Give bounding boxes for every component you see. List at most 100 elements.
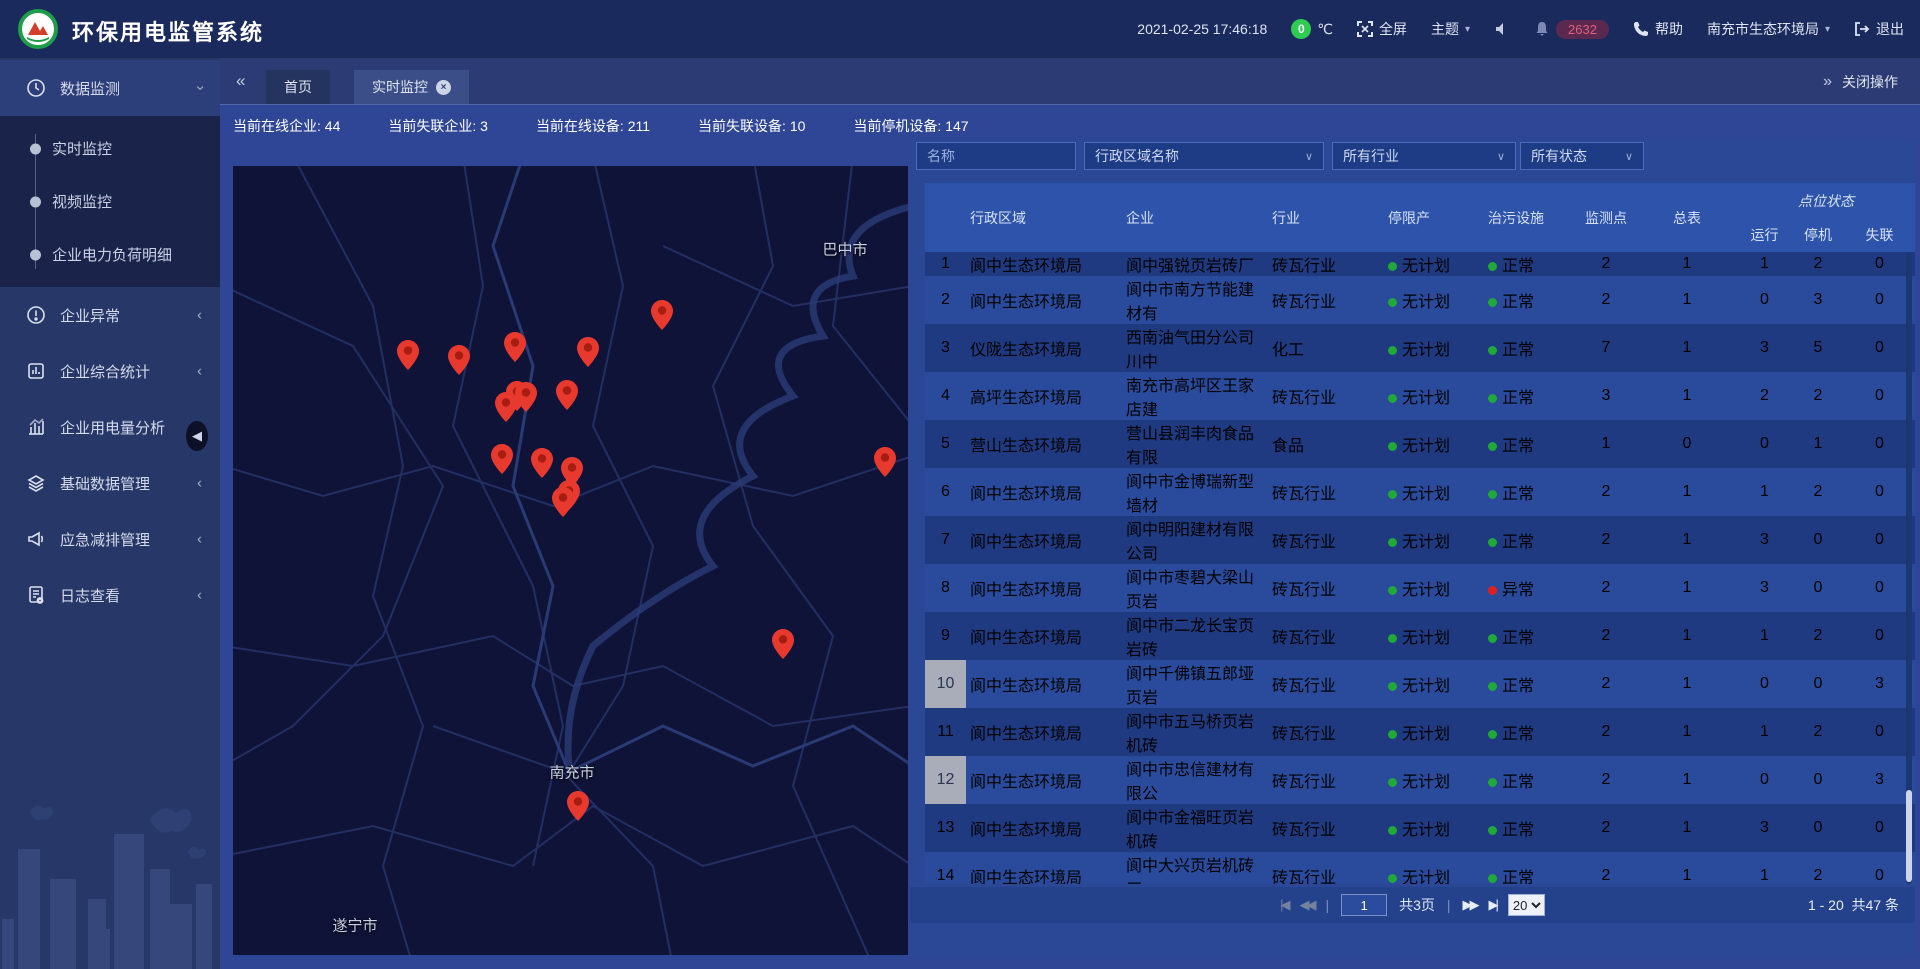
prev-page-button[interactable]: ◀◀ — [1299, 897, 1313, 913]
page-number-input[interactable] — [1341, 894, 1387, 916]
mute-button[interactable] — [1494, 21, 1510, 37]
cell-points: 2 — [1575, 852, 1637, 884]
status-select[interactable]: 所有状态∨ — [1520, 142, 1644, 170]
sidebar-item-data-monitor[interactable]: 数据监测 ‹ — [0, 60, 220, 116]
map-pin-icon[interactable] — [577, 337, 599, 367]
map-pin-icon[interactable] — [567, 791, 589, 821]
cell-region: 阆中生态环境局 — [966, 516, 1122, 564]
cell-plan: 无计划 — [1380, 564, 1480, 612]
table-row[interactable]: 5营山生态环境局营山县润丰肉食品有限食品无计划正常10010 — [925, 420, 1915, 468]
map-pin-icon[interactable] — [504, 332, 526, 362]
map-pin-icon[interactable] — [874, 447, 896, 477]
cell-region: 阆中生态环境局 — [966, 804, 1122, 852]
chevron-down-icon: ∨ — [1625, 150, 1633, 163]
cell-industry: 砖瓦行业 — [1268, 516, 1380, 564]
table-row[interactable]: 4高坪生态环境局南充市高坪区王家店建砖瓦行业无计划正常31220 — [925, 372, 1915, 420]
sidebar-item-realtime-monitor[interactable]: 实时监控 — [0, 122, 220, 175]
city-label: 南充市 — [549, 762, 594, 783]
map-pin-icon[interactable] — [556, 380, 578, 410]
table-row[interactable]: 3仪陇生态环境局西南油气田分公司川中化工无计划正常71350 — [925, 324, 1915, 372]
map-pin-icon[interactable] — [772, 629, 794, 659]
cell-lost: 3 — [1844, 660, 1915, 708]
cell-plan: 无计划 — [1380, 756, 1480, 804]
page-size-select[interactable]: 20 — [1508, 894, 1545, 916]
first-page-button[interactable]: |◀ — [1280, 897, 1287, 913]
map-pin-icon[interactable] — [491, 444, 513, 474]
sidebar-item-enterprise-statistics[interactable]: 企业综合统计 ‹ — [0, 343, 220, 399]
help-button[interactable]: 帮助 — [1633, 19, 1683, 39]
sidebar-item-log-view[interactable]: 日志查看 ‹ — [0, 567, 220, 623]
org-dropdown[interactable]: 南充市生态环境局▾ — [1707, 19, 1830, 39]
cell-facility: 正常 — [1480, 852, 1575, 884]
table-row[interactable]: 1阆中生态环境局阆中强锐页岩砖厂砖瓦行业无计划正常21120 — [925, 252, 1915, 276]
message-center[interactable]: 2632 — [1534, 20, 1609, 39]
table-row[interactable]: 14阆中生态环境局阆中大兴页岩机砖厂砖瓦行业无计划正常21120 — [925, 852, 1915, 884]
row-index: 12 — [925, 756, 966, 804]
table-scrollbar-thumb[interactable] — [1906, 790, 1912, 882]
name-search-input[interactable] — [916, 142, 1076, 170]
gis-map[interactable]: 巴中市南充市遂宁市 — [233, 166, 908, 955]
temperature-badge: 0 — [1291, 19, 1311, 39]
tab-realtime-monitor[interactable]: 实时监控 × — [354, 70, 469, 104]
close-operations-button[interactable]: 关闭操作 — [1842, 72, 1898, 92]
table-row[interactable]: 2阆中生态环境局阆中市南方节能建材有砖瓦行业无计划正常21030 — [925, 276, 1915, 324]
map-pin-icon[interactable] — [531, 448, 553, 478]
table-row[interactable]: 10阆中生态环境局阆中千佛镇五郎垭页岩砖瓦行业无计划正常21003 — [925, 660, 1915, 708]
cell-stop: 0 — [1792, 756, 1844, 804]
map-pin-icon[interactable] — [552, 487, 574, 517]
sidebar-item-video-monitor[interactable]: 视频监控 — [0, 175, 220, 228]
map-collapse-button[interactable]: ◀ — [186, 421, 208, 451]
total-pages-label: 共3页 — [1399, 895, 1435, 915]
sidebar-item-enterprise-abnormal[interactable]: 企业异常 ‹ — [0, 287, 220, 343]
cell-region: 阆中生态环境局 — [966, 660, 1122, 708]
cell-plan: 无计划 — [1380, 468, 1480, 516]
map-pin-icon[interactable] — [495, 392, 517, 422]
col-region: 行政区域 — [966, 183, 1122, 252]
cell-company: 南充市高坪区王家店建 — [1122, 372, 1268, 420]
sidebar-item-emergency-reduction[interactable]: 应急减排管理 ‹ — [0, 511, 220, 567]
cell-region: 高坪生态环境局 — [966, 372, 1122, 420]
row-index: 4 — [925, 372, 966, 420]
fullscreen-button[interactable]: 全屏 — [1357, 19, 1407, 39]
map-pin-icon[interactable] — [448, 345, 470, 375]
industry-select[interactable]: 所有行业∨ — [1332, 142, 1516, 170]
next-page-button[interactable]: ▶▶ — [1463, 897, 1477, 913]
chevron-left-icon: ‹ — [197, 307, 202, 324]
tabs-scroll-right-button[interactable]: » — [1823, 73, 1828, 91]
region-select[interactable]: 行政区域名称∨ — [1084, 142, 1324, 170]
message-count-badge: 2632 — [1556, 20, 1609, 39]
col-meters: 总表 — [1637, 183, 1737, 252]
cityscape-decoration — [0, 789, 220, 969]
row-index: 5 — [925, 420, 966, 468]
close-tab-icon[interactable]: × — [436, 80, 451, 95]
col-facility: 治污设施 — [1480, 183, 1575, 252]
cell-company: 营山县润丰肉食品有限 — [1122, 420, 1268, 468]
table-row[interactable]: 9阆中生态环境局阆中市二龙长宝页岩砖砖瓦行业无计划正常21120 — [925, 612, 1915, 660]
col-stop: 停机 — [1792, 218, 1844, 252]
sidebar-item-basic-data[interactable]: 基础数据管理 ‹ — [0, 455, 220, 511]
table-row[interactable]: 11阆中生态环境局阆中市五马桥页岩机砖砖瓦行业无计划正常21120 — [925, 708, 1915, 756]
cell-points: 2 — [1575, 468, 1637, 516]
map-pin-icon[interactable] — [651, 300, 673, 330]
table-row[interactable]: 13阆中生态环境局阆中市金福旺页岩机砖砖瓦行业无计划正常21300 — [925, 804, 1915, 852]
cell-stop: 3 — [1792, 276, 1844, 324]
cell-meters: 1 — [1637, 660, 1737, 708]
theme-dropdown[interactable]: 主题▾ — [1431, 19, 1470, 39]
datetime: 2021-02-25 17:46:18 — [1137, 21, 1267, 37]
map-pin-icon[interactable] — [515, 382, 537, 412]
tab-home[interactable]: 首页 — [266, 70, 330, 104]
table-row[interactable]: 12阆中生态环境局阆中市忠信建材有限公砖瓦行业无计划正常21003 — [925, 756, 1915, 804]
sidebar-item-power-load-detail[interactable]: 企业电力负荷明细 — [0, 228, 220, 281]
logout-button[interactable]: 退出 — [1854, 19, 1904, 39]
table-row[interactable]: 8阆中生态环境局阆中市枣碧大梁山页岩砖瓦行业无计划异常21300 — [925, 564, 1915, 612]
tabs-scroll-left-button[interactable]: « — [236, 71, 241, 91]
cell-run: 0 — [1737, 756, 1792, 804]
last-page-button[interactable]: ▶| — [1489, 897, 1496, 913]
table-row[interactable]: 6阆中生态环境局阆中市金博瑞新型墙材砖瓦行业无计划正常21120 — [925, 468, 1915, 516]
cell-meters: 1 — [1637, 612, 1737, 660]
bullet-icon — [30, 143, 41, 154]
cell-company: 阆中市南方节能建材有 — [1122, 276, 1268, 324]
map-pin-icon[interactable] — [397, 340, 419, 370]
col-lost: 失联 — [1844, 218, 1915, 252]
table-row[interactable]: 7阆中生态环境局阆中明阳建材有限公司砖瓦行业无计划正常21300 — [925, 516, 1915, 564]
